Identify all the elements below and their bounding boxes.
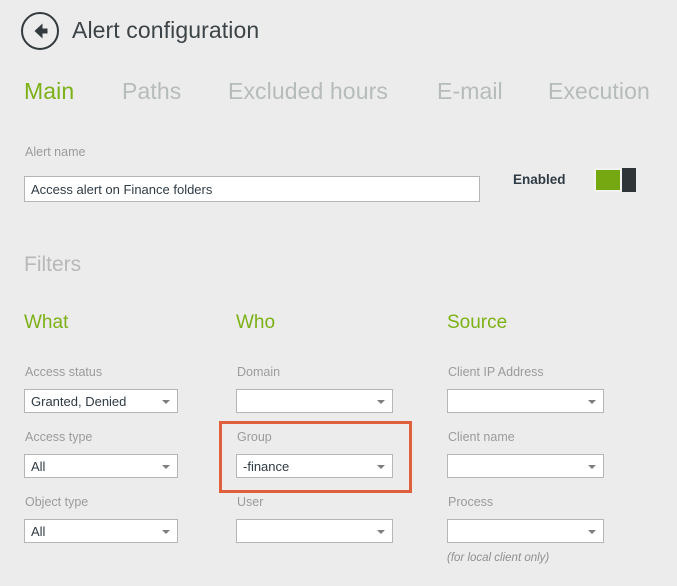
- select-domain[interactable]: [236, 389, 393, 413]
- filter-column-title-what: What: [24, 312, 68, 334]
- process-note: (for local client only): [447, 552, 549, 564]
- filter-column-title-who: Who: [236, 312, 275, 334]
- chevron-down-icon: [162, 530, 170, 534]
- field-label-client-ip-address: Client IP Address: [448, 365, 544, 379]
- select-access-type[interactable]: All: [24, 454, 178, 478]
- select-process[interactable]: [447, 519, 604, 543]
- tab-paths[interactable]: Paths: [122, 78, 181, 105]
- chevron-down-icon: [377, 530, 385, 534]
- select-access-status[interactable]: Granted, Denied: [24, 389, 178, 413]
- select-value-group: -finance: [243, 458, 289, 475]
- select-client-ip-address[interactable]: [447, 389, 604, 413]
- chevron-down-icon: [588, 530, 596, 534]
- filters-section-title: Filters: [24, 253, 81, 277]
- tab-main[interactable]: Main: [24, 78, 74, 105]
- tab-excluded-hours[interactable]: Excluded hours: [228, 78, 388, 105]
- field-label-object-type: Object type: [25, 495, 88, 509]
- filter-column-title-source: Source: [447, 312, 507, 334]
- enabled-toggle[interactable]: [594, 168, 636, 192]
- tab-email[interactable]: E-mail: [437, 78, 503, 105]
- tab-execution[interactable]: Execution: [548, 78, 650, 105]
- select-value-object-type: All: [31, 523, 45, 540]
- select-group[interactable]: -finance: [236, 454, 393, 478]
- toggle-knob: [594, 168, 622, 192]
- field-label-access-type: Access type: [25, 430, 92, 444]
- chevron-down-icon: [588, 400, 596, 404]
- chevron-down-icon: [377, 465, 385, 469]
- chevron-down-icon: [162, 465, 170, 469]
- field-label-process: Process: [448, 495, 493, 509]
- alert-name-input[interactable]: [24, 176, 480, 202]
- select-value-access-status: Granted, Denied: [31, 393, 126, 410]
- page-title: Alert configuration: [72, 17, 259, 44]
- select-object-type[interactable]: All: [24, 519, 178, 543]
- select-user[interactable]: [236, 519, 393, 543]
- field-label-access-status: Access status: [25, 365, 102, 379]
- field-label-group: Group: [237, 430, 272, 444]
- tab-bar: Main Paths Excluded hours E-mail Executi…: [0, 78, 677, 114]
- back-arrow-icon[interactable]: [21, 12, 59, 50]
- enabled-label: Enabled: [513, 172, 566, 187]
- page-header: Alert configuration: [0, 0, 677, 64]
- select-value-access-type: All: [31, 458, 45, 475]
- field-label-user: User: [237, 495, 263, 509]
- back-arrow-glyph: [23, 14, 57, 48]
- chevron-down-icon: [588, 465, 596, 469]
- chevron-down-icon: [377, 400, 385, 404]
- select-client-name[interactable]: [447, 454, 604, 478]
- field-label-client-name: Client name: [448, 430, 515, 444]
- chevron-down-icon: [162, 400, 170, 404]
- field-label-domain: Domain: [237, 365, 280, 379]
- alert-name-label: Alert name: [25, 145, 85, 159]
